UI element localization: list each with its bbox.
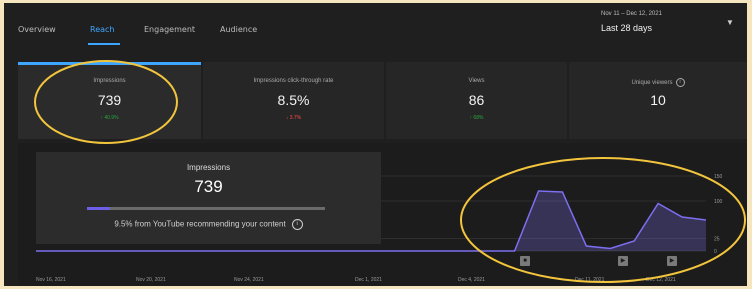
metric-value: 86 <box>468 92 485 108</box>
tab-audience[interactable]: Audience <box>220 25 257 34</box>
tab-reach[interactable]: Reach <box>90 25 115 34</box>
x-tick-label: Nov 16, 2021 <box>36 277 66 283</box>
x-tick-label: Dec 4, 2021 <box>458 277 485 283</box>
y-tick-label: 0 <box>714 249 717 255</box>
info-icon[interactable]: i <box>291 219 303 230</box>
video-marker-icon[interactable]: ■ <box>520 256 530 266</box>
metric-label-row: Unique viewers i <box>569 78 747 87</box>
metric-ctr[interactable]: Impressions click-through rate 8.5% ↓ 3.… <box>203 62 384 139</box>
metric-label: Views <box>468 78 485 84</box>
y-tick-label: 150 <box>714 174 723 180</box>
metric-unique-viewers[interactable]: Unique viewers i 10 <box>569 62 747 139</box>
x-tick-label: Nov 24, 2021 <box>234 277 264 283</box>
tooltip-value: 739 <box>194 177 223 196</box>
video-marker-icon[interactable]: ▶ <box>618 256 628 266</box>
active-tab-indicator <box>88 43 120 45</box>
metric-value: 10 <box>650 92 666 108</box>
recommendation-bar <box>87 207 325 210</box>
metric-views[interactable]: Views 86 ↑ 68% <box>386 62 567 139</box>
tab-engagement[interactable]: Engagement <box>144 25 195 34</box>
metric-value: 739 <box>97 92 122 108</box>
metric-delta: ↓ 3.7% <box>285 115 302 121</box>
recommendation-bar-fill <box>87 207 110 210</box>
tooltip-note-row: 9.5% from YouTube recommending your cont… <box>36 219 381 230</box>
metric-cards: Impressions 739 ↑ 40.9% Impressions clic… <box>18 62 747 139</box>
x-tick-label: Nov 20, 2021 <box>136 277 166 283</box>
metric-delta: ↑ 68% <box>469 115 484 121</box>
tooltip-note: 9.5% from YouTube recommending your cont… <box>114 219 286 229</box>
chart-area: 0 25 100 150 Nov 16, 2021 Nov 20, 2021 Nov 24,… <box>18 143 747 286</box>
chevron-down-icon[interactable]: ▼ <box>726 18 734 27</box>
metric-label: Impressions click-through rate <box>253 78 334 84</box>
metric-label: Impressions <box>93 78 126 84</box>
chart-tooltip: Impressions 739 9.5% from YouTube recomm… <box>36 152 381 244</box>
header: Overview Reach Engagement Audience Nov 1… <box>4 3 747 59</box>
period-label: Last 28 days <box>601 23 653 33</box>
x-tick-label: Dec 1, 2021 <box>355 277 382 283</box>
metric-delta: ↑ 40.9% <box>100 115 119 121</box>
x-tick-label: Dec 11, 2021 <box>575 277 605 283</box>
tooltip-label: Impressions <box>186 163 231 172</box>
y-tick-label: 25 <box>714 237 720 243</box>
video-marker-icon[interactable]: ▶ <box>667 256 677 266</box>
y-tick-label: 100 <box>714 199 723 205</box>
selected-metric-bar <box>18 62 201 65</box>
tab-overview[interactable]: Overview <box>18 25 56 34</box>
metric-impressions[interactable]: Impressions 739 ↑ 40.9% <box>18 62 201 139</box>
metric-label: Unique viewers <box>631 80 673 87</box>
x-tick-label: Dec 12, 2021 <box>646 277 676 283</box>
info-icon[interactable]: i <box>675 78 685 87</box>
analytics-panel: Overview Reach Engagement Audience Nov 1… <box>4 3 747 286</box>
metric-value: 8.5% <box>277 92 310 108</box>
date-range-text: Nov 11 – Dec 12, 2021 <box>601 11 662 17</box>
